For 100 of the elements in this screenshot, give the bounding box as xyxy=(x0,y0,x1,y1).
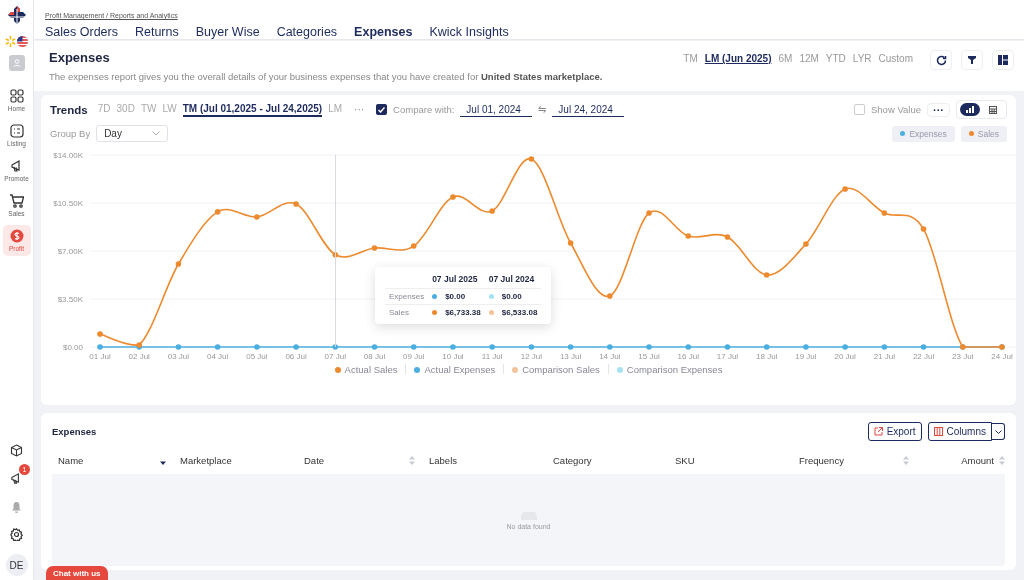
data-point xyxy=(920,226,927,232)
axis-label: 05 Jul xyxy=(246,352,268,361)
axis-label: 02 Jul xyxy=(128,352,150,361)
show-value-checkbox[interactable] xyxy=(854,104,865,115)
nav-tab[interactable]: Returns xyxy=(134,25,179,44)
tooltip-value: $0.00 xyxy=(445,292,466,301)
user-avatar[interactable]: DE xyxy=(5,554,28,576)
toolbar-button[interactable]: Columns xyxy=(927,422,992,441)
column-header[interactable]: Amount xyxy=(961,455,994,466)
grid-icon xyxy=(9,89,24,103)
axis-label: 11 Jul xyxy=(481,352,503,361)
axis-label: 07 Jul xyxy=(324,352,346,361)
spark-icon xyxy=(5,36,16,47)
axis-label: 15 Jul xyxy=(638,352,660,361)
flag-icon xyxy=(17,36,28,47)
swap-button[interactable]: ⇋ xyxy=(538,104,547,115)
axis-label: 03 Jul xyxy=(167,352,190,361)
axis-label: 16 Jul xyxy=(677,352,699,361)
tooltip-value: $0.00 xyxy=(501,292,522,301)
settings-icon[interactable] xyxy=(10,528,23,541)
refresh-icon[interactable] xyxy=(930,50,952,70)
axis-label: 12 Jul xyxy=(520,352,543,361)
axis-label: $3.50K xyxy=(57,295,83,304)
column-header: Marketplace xyxy=(180,455,232,466)
column-header[interactable]: Date xyxy=(304,455,325,466)
legend-item[interactable]: Actual Expenses xyxy=(414,364,496,375)
options-button[interactable]: ··· xyxy=(927,102,950,117)
nav-tab[interactable]: Categories xyxy=(276,25,338,44)
cube-icon[interactable] xyxy=(10,444,23,457)
range-option[interactable]: TM (Jul 01,2025 - Jul 24,2025) xyxy=(182,102,323,117)
data-point xyxy=(489,208,495,214)
axis-label: 06 Jul xyxy=(285,352,307,361)
axis-label: $7.00K xyxy=(57,247,83,256)
data-point xyxy=(293,201,299,207)
tooltip-date: 07 Jul 2024 xyxy=(488,274,535,284)
cart-icon xyxy=(9,194,24,208)
legend-item[interactable]: Comparison Sales xyxy=(512,364,600,375)
data-point xyxy=(175,261,182,267)
data-point xyxy=(607,344,613,350)
bar-chart-icon xyxy=(966,106,974,113)
data-point xyxy=(97,331,103,337)
column-header: SKU xyxy=(675,455,695,466)
data-point xyxy=(293,344,299,350)
axis-label: 19 Jul xyxy=(795,352,817,361)
tooltip-label: Expenses xyxy=(389,292,425,301)
date-field[interactable]: Jul 01, 2024 xyxy=(460,102,533,117)
axis-label: $14.00K xyxy=(53,151,83,160)
data-point xyxy=(410,344,417,350)
data-point xyxy=(214,344,221,350)
period-option[interactable]: LM (Jun 2025) xyxy=(704,53,772,64)
axis-label: 17 Jul xyxy=(716,352,739,361)
table-icon xyxy=(989,105,997,114)
data-point xyxy=(763,272,770,278)
compare-label: Compare with: xyxy=(393,104,455,115)
columns-icon xyxy=(933,427,943,436)
toolbar-button[interactable]: Export xyxy=(867,422,922,441)
data-point xyxy=(528,156,535,162)
column-header[interactable]: Name xyxy=(58,455,84,466)
data-point xyxy=(214,209,221,215)
data-point xyxy=(803,241,809,247)
data-point xyxy=(685,233,692,239)
layout-icon[interactable] xyxy=(992,50,1014,70)
data-point xyxy=(724,234,731,240)
legend-item[interactable]: Actual Sales xyxy=(334,364,398,375)
chat-button[interactable]: Chat with us xyxy=(46,566,108,580)
chevron-icon xyxy=(152,131,161,136)
data-point xyxy=(371,245,378,251)
tooltip-label: Sales xyxy=(389,308,409,317)
data-point xyxy=(371,344,378,350)
column-header: Labels xyxy=(429,455,457,466)
compare-checkbox[interactable] xyxy=(376,104,388,115)
dropdown-button[interactable] xyxy=(992,423,1005,440)
nav-tab[interactable]: Sales Orders xyxy=(45,25,118,44)
column-header[interactable]: Frequency xyxy=(799,455,844,466)
data-point xyxy=(724,344,731,350)
data-point xyxy=(803,344,809,350)
axis-label: 23 Jul xyxy=(952,352,974,361)
dollar-icon xyxy=(9,229,24,243)
page-description: The expenses report gives you the overall details of your business expenses that you have created for United States marketplace. xyxy=(49,71,603,82)
column-header: Category xyxy=(553,455,592,466)
axis-label: 20 Jul xyxy=(834,352,856,361)
data-point xyxy=(254,214,260,220)
axis-label: 04 Jul xyxy=(206,352,229,361)
more-button[interactable]: ··· xyxy=(354,104,365,115)
legend-item[interactable]: Comparison Expenses xyxy=(616,364,723,375)
group-by-select[interactable]: Day xyxy=(96,125,169,142)
view-toggle[interactable] xyxy=(960,103,980,116)
tooltip-value: $6,533.08 xyxy=(501,308,538,317)
list-icon xyxy=(9,124,24,138)
tooltip-value: $6,733.38 xyxy=(445,308,481,317)
data-point xyxy=(410,243,417,249)
nav-tab[interactable]: Kwick Insights xyxy=(429,25,509,44)
date-field[interactable]: Jul 24, 2024 xyxy=(552,102,625,117)
data-point xyxy=(567,344,574,350)
data-point xyxy=(567,240,574,246)
nav-tab[interactable]: Buyer Wise xyxy=(195,25,260,44)
chevron-icon xyxy=(994,429,1002,434)
data-point xyxy=(175,344,182,350)
filter-icon[interactable] xyxy=(961,50,983,70)
data-point xyxy=(97,344,103,350)
